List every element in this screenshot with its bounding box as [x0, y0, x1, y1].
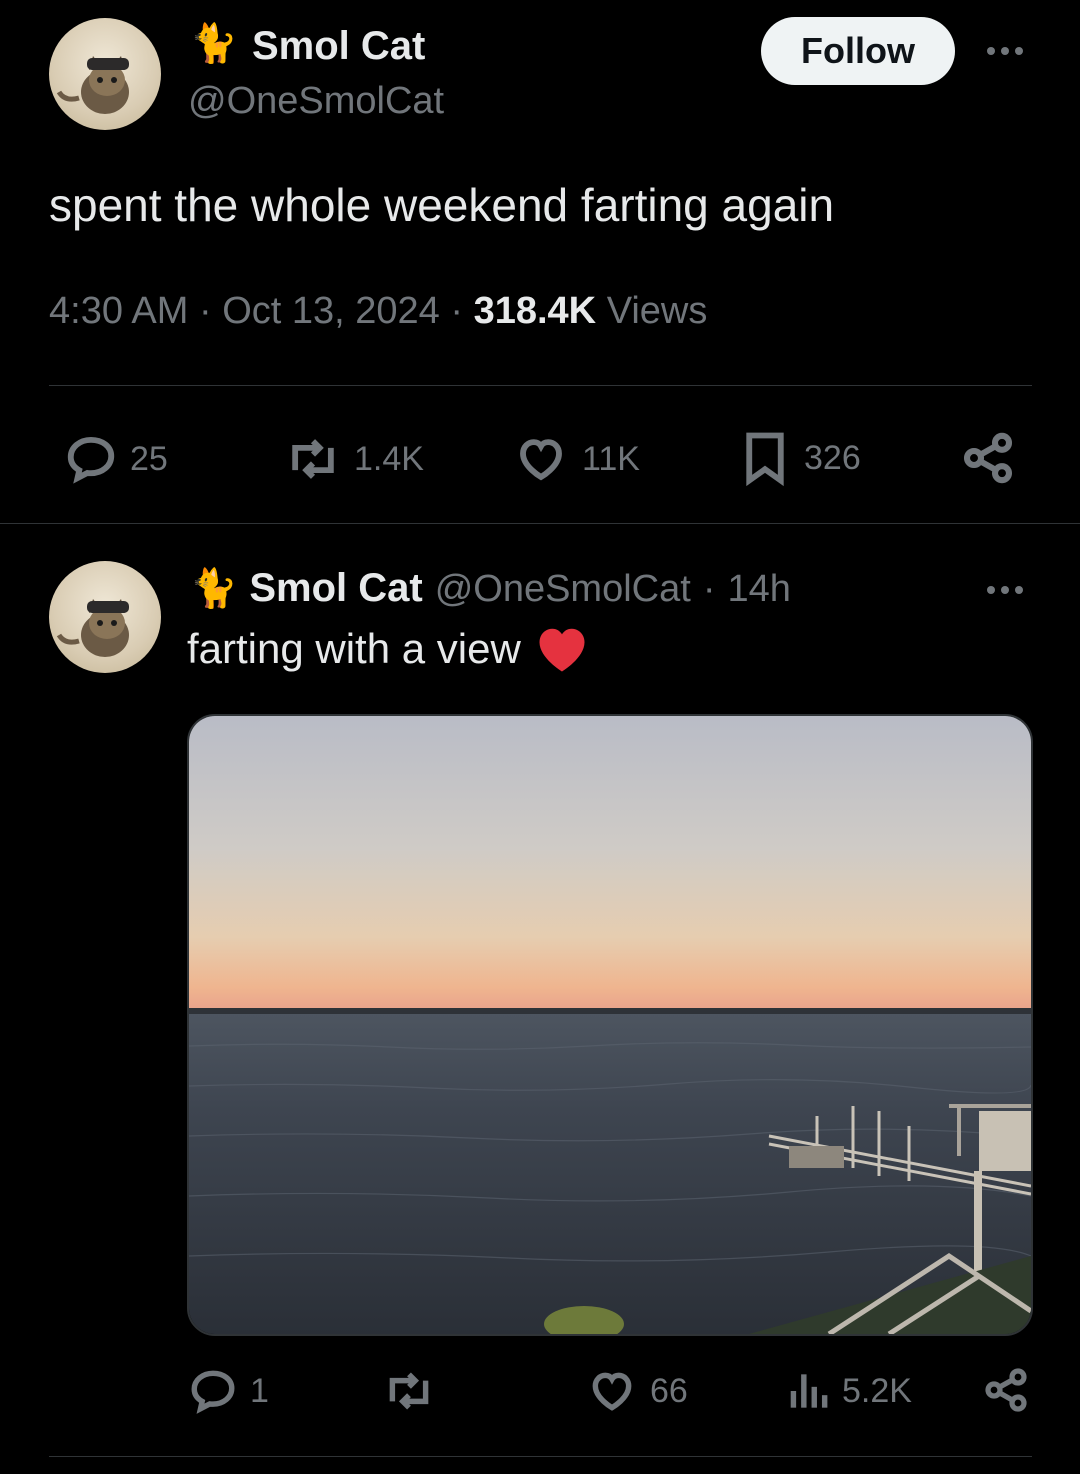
views-icon — [790, 1374, 828, 1408]
repost-icon — [389, 1372, 429, 1410]
reply-more-options-icon[interactable] — [987, 586, 1023, 594]
cat-emoji: 🐈 — [190, 568, 238, 610]
reply-count: 25 — [130, 439, 168, 478]
handle[interactable]: @OneSmolCat — [188, 80, 444, 123]
tweet-photo[interactable] — [187, 714, 1033, 1336]
reply-display-name[interactable]: Smol Cat — [249, 566, 422, 611]
bookmark-button[interactable]: 326 — [738, 428, 861, 488]
reply-like-button[interactable]: 66 — [586, 1366, 688, 1416]
reply-handle[interactable]: @OneSmolCat — [435, 568, 691, 611]
reply-age[interactable]: 14h — [727, 568, 790, 611]
reply-reply-button[interactable]: 1 — [188, 1366, 269, 1416]
share-button[interactable] — [960, 430, 1016, 486]
like-count: 11K — [582, 439, 640, 478]
tweet-time: 4:30 AM — [49, 290, 189, 332]
heart-icon — [520, 439, 562, 481]
reply-views-button[interactable]: 5.2K — [786, 1366, 912, 1416]
repost-count: 1.4K — [354, 439, 424, 478]
section-divider — [0, 523, 1080, 524]
reply-icon — [67, 436, 115, 484]
views-label: Views — [606, 290, 708, 332]
views-count: 318.4K — [473, 290, 597, 332]
reply-repost-button[interactable] — [382, 1366, 436, 1416]
tweet-text: spent the whole weekend farting again — [49, 179, 835, 231]
reply-reply-count: 1 — [250, 1371, 269, 1410]
divider — [49, 385, 1032, 386]
reply-icon — [191, 1370, 235, 1414]
cat-emoji: 🐈 — [190, 23, 238, 65]
reply-avatar[interactable] — [49, 561, 161, 673]
tweet-date[interactable]: Oct 13, 2024 — [222, 290, 440, 332]
reply-button[interactable]: 25 — [64, 432, 168, 486]
reply-text: farting with a view — [187, 625, 521, 672]
share-icon — [963, 432, 1013, 484]
heart-icon — [592, 1372, 632, 1411]
reply-share-button[interactable] — [982, 1366, 1030, 1414]
repost-icon — [292, 439, 334, 479]
reply-header: 🐈 Smol Cat @OneSmolCat · 14h — [190, 566, 791, 611]
share-icon — [985, 1368, 1027, 1412]
bookmark-icon — [746, 432, 784, 487]
repost-button[interactable]: 1.4K — [284, 432, 424, 486]
sunset-water-image — [189, 716, 1031, 1334]
like-button[interactable]: 11K — [512, 432, 640, 486]
separator: · — [198, 290, 212, 332]
reply-like-count: 66 — [650, 1371, 688, 1410]
avatar[interactable] — [49, 18, 161, 130]
bottom-divider — [49, 1456, 1032, 1457]
tweet-meta: 4:30 AM · Oct 13, 2024 · 318.4K Views — [49, 290, 707, 333]
display-name[interactable]: Smol Cat — [252, 24, 425, 69]
reply-text-row: farting with a view — [187, 624, 589, 674]
red-heart-icon — [539, 628, 585, 672]
more-options-icon[interactable] — [987, 47, 1023, 55]
follow-button[interactable]: Follow — [761, 17, 955, 85]
separator: · — [702, 568, 716, 610]
separator: · — [450, 290, 464, 332]
reply-views-count: 5.2K — [842, 1371, 912, 1410]
bookmark-count: 326 — [804, 438, 861, 477]
